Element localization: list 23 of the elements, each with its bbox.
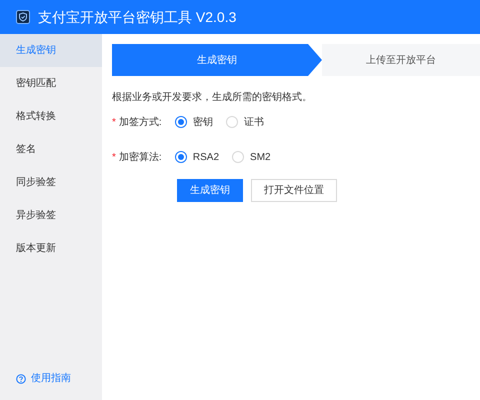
option-label: 证书 <box>244 116 264 130</box>
window-title: 支付宝开放平台密钥工具 V2.0.3 <box>38 8 236 26</box>
generate-button[interactable]: 生成密钥 <box>177 179 243 202</box>
required-mark: * <box>112 150 116 164</box>
radio-button[interactable] <box>174 116 187 128</box>
open-folder-button[interactable]: 打开文件位置 <box>251 179 337 202</box>
help-link[interactable]: 使用指南 <box>31 371 71 386</box>
sidebar-item[interactable]: 同步验签 <box>0 166 102 199</box>
option-label: 密钥 <box>192 116 213 130</box>
sidebar-item[interactable]: 版本更新 <box>0 232 102 265</box>
description-text: 根据业务或开发要求，生成所需的密钥格式。 <box>112 90 313 105</box>
sidebar-item[interactable]: 格式转换 <box>0 100 102 133</box>
help-icon <box>16 374 26 384</box>
required-mark: * <box>112 116 116 130</box>
option-label: RSA2 <box>192 150 220 164</box>
field-label: 加密算法: <box>118 150 163 164</box>
sidebar-item[interactable]: 异步验签 <box>0 199 102 232</box>
field-label: 加签方式: <box>118 116 163 130</box>
option-label: SM2 <box>250 150 271 164</box>
shield-logo-icon <box>16 10 30 24</box>
sidebar-item[interactable]: 签名 <box>0 133 102 166</box>
radio-button[interactable] <box>174 151 187 163</box>
sidebar-item[interactable]: 密钥匹配 <box>0 67 102 100</box>
